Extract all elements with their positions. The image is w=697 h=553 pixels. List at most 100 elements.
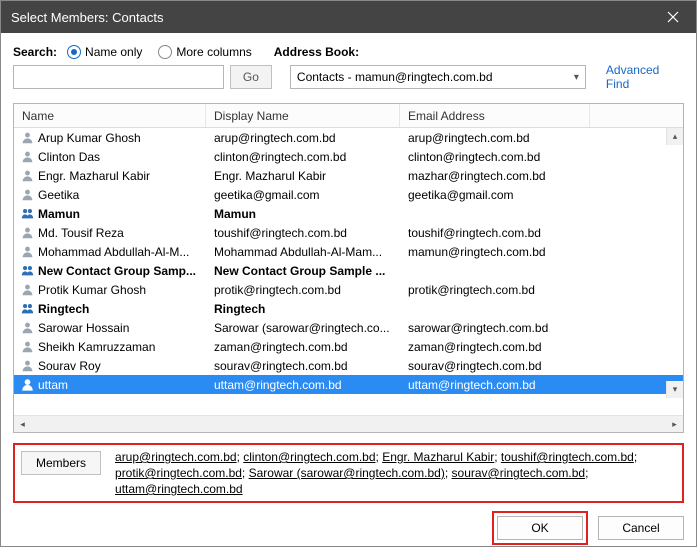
cell-display: protik@ringtech.com.bd	[206, 283, 400, 297]
member-entry[interactable]: Sarowar (sarowar@ringtech.com.bd)	[249, 466, 445, 480]
cell-name: Sheikh Kamruzzaman	[36, 340, 206, 354]
person-icon	[18, 340, 36, 353]
cell-email: sourav@ringtech.com.bd	[400, 359, 610, 373]
cell-email: clinton@ringtech.com.bd	[400, 150, 610, 164]
table-row[interactable]: Sarowar HossainSarowar (sarowar@ringtech…	[14, 318, 683, 337]
search-input[interactable]	[13, 65, 224, 89]
person-icon	[18, 245, 36, 258]
table-row[interactable]: uttamuttam@ringtech.com.bduttam@ringtech…	[14, 375, 683, 394]
table-row[interactable]: RingtechRingtech	[14, 299, 683, 318]
search-label: Search:	[13, 45, 57, 59]
cell-name: Geetika	[36, 188, 206, 202]
person-icon	[18, 188, 36, 201]
titlebar: Select Members: Contacts	[1, 1, 696, 33]
list-body: Arup Kumar Ghosharup@ringtech.com.bdarup…	[14, 128, 683, 415]
cell-name: Clinton Das	[36, 150, 206, 164]
person-icon	[18, 283, 36, 296]
group-icon	[18, 207, 36, 220]
radio-more-columns[interactable]: More columns	[158, 45, 251, 59]
person-icon	[18, 131, 36, 144]
scroll-left-button[interactable]: ◂	[14, 416, 31, 433]
member-entry[interactable]: sourav@ringtech.com.bd	[452, 466, 586, 480]
scroll-right-button[interactable]: ▸	[666, 416, 683, 433]
person-icon	[18, 359, 36, 372]
cell-name: Ringtech	[36, 302, 206, 316]
go-button[interactable]: Go	[230, 65, 272, 89]
person-icon	[18, 226, 36, 239]
search-inputs-row: Go Contacts - mamun@ringtech.com.bd ▾ Ad…	[13, 63, 684, 91]
cell-display: geetika@gmail.com	[206, 188, 400, 202]
member-entry[interactable]: arup@ringtech.com.bd	[115, 450, 237, 464]
ok-highlight: OK	[492, 511, 588, 545]
scroll-down-button[interactable]: ▾	[666, 381, 683, 398]
cell-display: zaman@ringtech.com.bd	[206, 340, 400, 354]
radio-icon	[67, 45, 81, 59]
person-icon	[18, 150, 36, 163]
radio-name-only-label: Name only	[85, 45, 142, 59]
members-text[interactable]: arup@ringtech.com.bd; clinton@ringtech.c…	[115, 449, 676, 497]
column-display[interactable]: Display Name	[206, 104, 400, 127]
cell-email: mamun@ringtech.com.bd	[400, 245, 610, 259]
radio-more-columns-label: More columns	[176, 45, 251, 59]
table-row[interactable]: Md. Tousif Rezatoushif@ringtech.com.bdto…	[14, 223, 683, 242]
table-row[interactable]: Clinton Dasclinton@ringtech.com.bdclinto…	[14, 147, 683, 166]
list-header: Name Display Name Email Address	[14, 104, 683, 128]
table-row[interactable]: Sheikh Kamruzzamanzaman@ringtech.com.bdz…	[14, 337, 683, 356]
scroll-up-button[interactable]: ▴	[666, 128, 683, 145]
column-email[interactable]: Email Address	[400, 104, 590, 127]
addressbook-select[interactable]: Contacts - mamun@ringtech.com.bd ▾	[290, 65, 586, 89]
member-entry[interactable]: clinton@ringtech.com.bd	[243, 450, 375, 464]
table-row[interactable]: Arup Kumar Ghosharup@ringtech.com.bdarup…	[14, 128, 683, 147]
group-icon	[18, 264, 36, 277]
horizontal-scrollbar[interactable]: ◂ ▸	[14, 415, 683, 432]
person-icon	[18, 321, 36, 334]
cell-email: geetika@gmail.com	[400, 188, 610, 202]
cell-name: Engr. Mazharul Kabir	[36, 169, 206, 183]
cell-display: Engr. Mazharul Kabir	[206, 169, 400, 183]
cell-name: Sourav Roy	[36, 359, 206, 373]
column-spacer	[590, 104, 683, 127]
cell-name: Mohammad Abdullah-Al-M...	[36, 245, 206, 259]
member-entry[interactable]: toushif@ringtech.com.bd	[501, 450, 634, 464]
cell-display: Sarowar (sarowar@ringtech.co...	[206, 321, 400, 335]
member-entry[interactable]: Engr. Mazharul Kabir	[382, 450, 494, 464]
members-button[interactable]: Members	[21, 451, 101, 475]
cell-email: sarowar@ringtech.com.bd	[400, 321, 610, 335]
cell-display: toushif@ringtech.com.bd	[206, 226, 400, 240]
radio-name-only[interactable]: Name only	[67, 45, 142, 59]
window-title: Select Members: Contacts	[11, 10, 163, 25]
table-row[interactable]: MamunMamun	[14, 204, 683, 223]
advanced-find-link[interactable]: Advanced Find	[606, 63, 684, 91]
group-icon	[18, 302, 36, 315]
cell-email: arup@ringtech.com.bd	[400, 131, 610, 145]
cell-name: New Contact Group Samp...	[36, 264, 206, 278]
person-icon	[18, 169, 36, 182]
member-entry[interactable]: protik@ringtech.com.bd	[115, 466, 242, 480]
table-row[interactable]: Mohammad Abdullah-Al-M...Mohammad Abdull…	[14, 242, 683, 261]
cell-display: Mohammad Abdullah-Al-Mam...	[206, 245, 400, 259]
chevron-down-icon: ▾	[574, 72, 579, 83]
cell-display: uttam@ringtech.com.bd	[206, 378, 400, 392]
close-button[interactable]	[650, 1, 696, 33]
cancel-button[interactable]: Cancel	[598, 516, 684, 540]
cell-name: Sarowar Hossain	[36, 321, 206, 335]
person-icon	[18, 378, 36, 391]
member-entry[interactable]: uttam@ringtech.com.bd	[115, 482, 243, 496]
table-row[interactable]: New Contact Group Samp...New Contact Gro…	[14, 261, 683, 280]
cell-email: zaman@ringtech.com.bd	[400, 340, 610, 354]
column-name[interactable]: Name	[14, 104, 206, 127]
dialog-buttons: OK Cancel	[13, 511, 684, 545]
table-row[interactable]: Geetikageetika@gmail.comgeetika@gmail.co…	[14, 185, 683, 204]
ok-button[interactable]: OK	[497, 516, 583, 540]
cell-name: Md. Tousif Reza	[36, 226, 206, 240]
cell-display: clinton@ringtech.com.bd	[206, 150, 400, 164]
cell-display: sourav@ringtech.com.bd	[206, 359, 400, 373]
table-row[interactable]: Sourav Roysourav@ringtech.com.bdsourav@r…	[14, 356, 683, 375]
members-area: Members arup@ringtech.com.bd; clinton@ri…	[13, 443, 684, 503]
table-row[interactable]: Engr. Mazharul KabirEngr. Mazharul Kabir…	[14, 166, 683, 185]
cell-email: toushif@ringtech.com.bd	[400, 226, 610, 240]
cell-display: New Contact Group Sample ...	[206, 264, 400, 278]
close-icon	[667, 11, 679, 23]
table-row[interactable]: Protik Kumar Ghoshprotik@ringtech.com.bd…	[14, 280, 683, 299]
cell-name: Mamun	[36, 207, 206, 221]
